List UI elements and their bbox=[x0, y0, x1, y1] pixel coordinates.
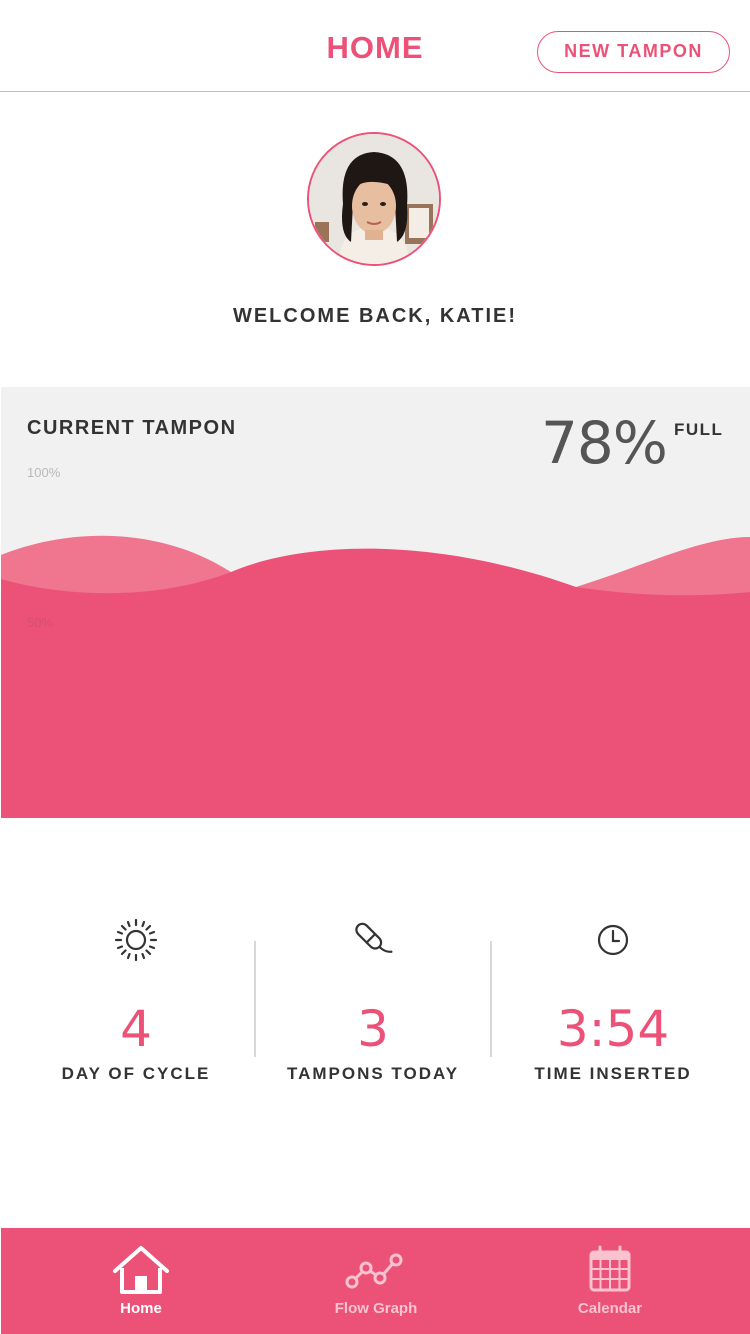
fill-percent: 78% bbox=[541, 409, 668, 477]
nav-item-calendar[interactable]: Calendar bbox=[510, 1228, 710, 1334]
bottom-nav: Home Flow Graph Calendar bbox=[1, 1228, 750, 1334]
new-tampon-button[interactable]: NEW TAMPON bbox=[537, 31, 730, 73]
avatar[interactable] bbox=[307, 132, 441, 266]
tick-100-label: 100% bbox=[27, 465, 61, 480]
day-of-cycle-value: 4 bbox=[120, 1000, 152, 1058]
tampon-icon bbox=[355, 922, 393, 953]
tick-50-label: 50% bbox=[27, 615, 54, 630]
nav-label-home: Home bbox=[120, 1300, 162, 1317]
home-icon bbox=[113, 1246, 169, 1294]
sun-icon bbox=[114, 918, 158, 962]
current-tampon-title: CURRENT TAMPON bbox=[27, 417, 237, 439]
time-inserted-label: TIME INSERTED bbox=[534, 1064, 692, 1083]
nav-label-calendar: Calendar bbox=[577, 1300, 643, 1317]
calendar-icon bbox=[589, 1245, 631, 1292]
fill-percent-suffix: FULL bbox=[674, 420, 724, 439]
flow-graph-icon bbox=[345, 1253, 403, 1289]
user-avatar-photo bbox=[309, 134, 439, 264]
nav-item-home[interactable]: Home bbox=[41, 1228, 241, 1334]
day-of-cycle-label: DAY OF CYCLE bbox=[61, 1064, 211, 1083]
nav-label-flow-graph: Flow Graph bbox=[334, 1300, 418, 1317]
clock-icon bbox=[597, 924, 629, 956]
stat-divider bbox=[490, 941, 492, 1057]
tampons-today-label: TAMPONS TODAY bbox=[286, 1064, 460, 1083]
time-inserted-value: 3:54 bbox=[556, 1000, 670, 1058]
welcome-message: WELCOME BACK, KATIE! bbox=[232, 305, 518, 327]
tampons-today-value: 3 bbox=[357, 1000, 389, 1058]
current-tampon-panel: CURRENT TAMPON 78% FULL 100% 50% bbox=[1, 387, 750, 818]
header-bar: HOME NEW TAMPON bbox=[0, 0, 750, 92]
nav-item-flow-graph[interactable]: Flow Graph bbox=[276, 1228, 476, 1334]
